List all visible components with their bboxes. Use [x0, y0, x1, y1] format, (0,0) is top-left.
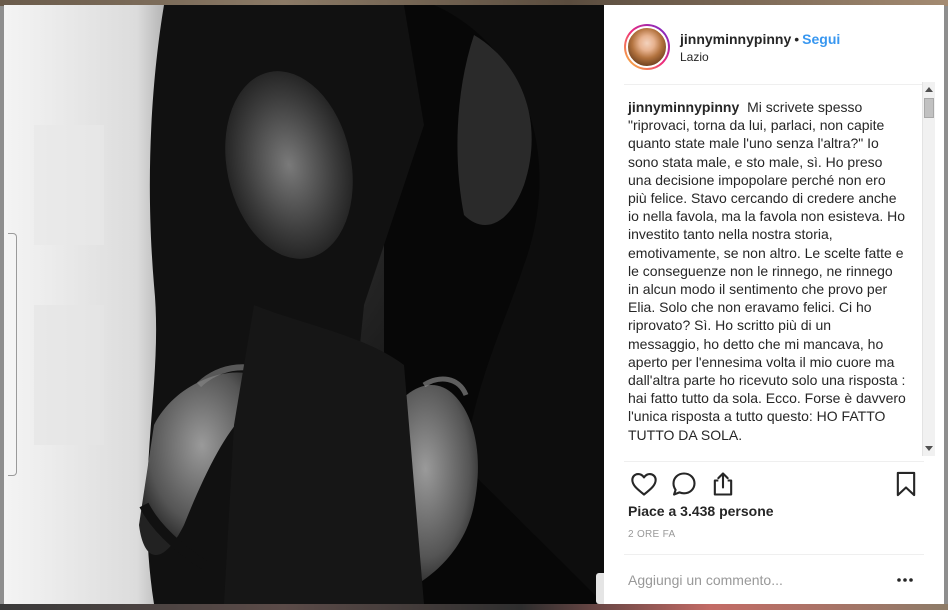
post-modal: jinnyminnypinny • Segui Lazio jinnyminnypi…: [4, 5, 944, 604]
header-line: jinnyminnypinny • Segui: [680, 30, 840, 48]
save-button[interactable]: [892, 470, 922, 500]
heart-icon: [631, 473, 657, 496]
backdrop-bottom-strip: [0, 604, 948, 610]
previous-post-handle[interactable]: [8, 233, 17, 476]
comment-bubble-icon: [672, 472, 696, 496]
post-timestamp: 2 ORE FA: [628, 529, 676, 540]
scroll-up-arrow-icon[interactable]: [925, 87, 933, 92]
bookmark-icon: [896, 471, 916, 497]
like-button[interactable]: [630, 470, 660, 500]
post-photo[interactable]: [4, 5, 604, 604]
separator-dot: •: [794, 31, 800, 47]
scroll-down-arrow-icon[interactable]: [925, 446, 933, 451]
more-options-button[interactable]: [895, 569, 915, 591]
caption-text: Mi scrivete spesso "riprovaci, torna da …: [628, 99, 906, 443]
location-link[interactable]: Lazio: [680, 50, 840, 64]
action-bar: [624, 468, 920, 502]
share-button[interactable]: [709, 470, 739, 500]
follow-button[interactable]: Segui: [802, 31, 840, 47]
divider: [624, 84, 924, 85]
comment-button[interactable]: [670, 470, 700, 500]
divider: [624, 461, 924, 462]
post-header: jinnyminnypinny • Segui Lazio: [624, 17, 944, 77]
caption-username[interactable]: jinnyminnypinny: [628, 99, 739, 115]
avatar-image: [626, 26, 668, 68]
share-icon: [713, 472, 733, 496]
photo-illustration: [4, 5, 604, 604]
caption-area[interactable]: jinnyminnypinny Mi scrivete spesso "ripr…: [624, 87, 924, 461]
avatar[interactable]: [624, 24, 670, 70]
post-side-panel: jinnyminnypinny • Segui Lazio jinnyminnypi…: [604, 5, 944, 604]
header-text: jinnyminnypinny • Segui Lazio: [680, 30, 840, 64]
scroll-thumb[interactable]: [924, 98, 934, 118]
caption: jinnyminnypinny Mi scrivete spesso "ripr…: [624, 87, 924, 444]
more-options-icon: [897, 578, 913, 582]
username-link[interactable]: jinnyminnypinny: [680, 31, 791, 47]
caption-scrollbar[interactable]: [922, 82, 935, 456]
comment-bar: [624, 555, 924, 604]
next-post-handle[interactable]: [596, 573, 604, 604]
likes-count[interactable]: Piace a 3.438 persone: [628, 503, 774, 519]
comment-input[interactable]: [628, 569, 868, 591]
